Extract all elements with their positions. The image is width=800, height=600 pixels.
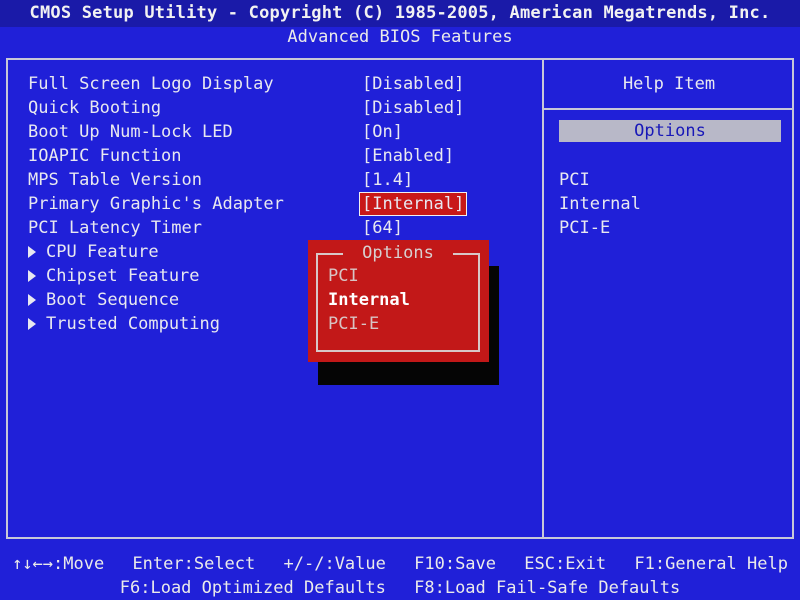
footer-hint: Enter:Select bbox=[132, 554, 256, 574]
setting-label: Quick Booting bbox=[28, 98, 162, 118]
popup-option-pci[interactable]: PCI bbox=[328, 264, 410, 288]
footer-row: ↑↓←→:Move Enter:Select +/-/:Value F10:Sa… bbox=[0, 552, 800, 576]
triangle-right-icon bbox=[28, 270, 36, 282]
setting-value-selected[interactable]: [Internal] bbox=[358, 192, 468, 216]
footer-hint: F10:Save bbox=[414, 554, 497, 574]
submenu-label: Boot Sequence bbox=[46, 290, 180, 310]
submenu-label: Chipset Feature bbox=[46, 266, 200, 286]
footer-hint: F6:Load Optimized Defaults bbox=[119, 578, 386, 598]
submenu-list: CPU Feature Chipset Feature Boot Sequenc… bbox=[28, 240, 220, 336]
setting-label: MPS Table Version bbox=[28, 170, 202, 190]
submenu-cpu-feature[interactable]: CPU Feature bbox=[28, 240, 220, 264]
setting-label: IOAPIC Function bbox=[28, 146, 182, 166]
footer-hint: ESC:Exit bbox=[524, 554, 607, 574]
setting-value[interactable]: [Disabled] bbox=[360, 96, 466, 120]
help-item: PCI bbox=[559, 170, 590, 190]
popup-option-pci-e[interactable]: PCI-E bbox=[328, 312, 410, 336]
setting-label: Boot Up Num-Lock LED bbox=[28, 122, 233, 142]
panel-divider bbox=[542, 58, 544, 539]
help-list: PCI Internal PCI-E bbox=[559, 168, 641, 240]
footer-row: F6:Load Optimized Defaults F8:Load Fail-… bbox=[0, 576, 800, 600]
help-divider bbox=[544, 108, 794, 110]
setting-value[interactable]: [64] bbox=[360, 216, 405, 240]
submenu-label: Trusted Computing bbox=[46, 314, 220, 334]
page-title: Advanced BIOS Features bbox=[287, 27, 513, 47]
setting-value[interactable]: [On] bbox=[360, 120, 405, 144]
triangle-right-icon bbox=[28, 318, 36, 330]
setting-value[interactable]: [Enabled] bbox=[360, 144, 456, 168]
setting-value[interactable]: [1.4] bbox=[360, 168, 415, 192]
popup-option-internal[interactable]: Internal bbox=[328, 288, 410, 312]
help-options-bar: Options bbox=[559, 120, 781, 142]
footer-help: ↑↓←→:Move Enter:Select +/-/:Value F10:Sa… bbox=[0, 552, 800, 600]
footer-hint: F1:General Help bbox=[634, 554, 788, 574]
setting-label: Primary Graphic's Adapter bbox=[28, 194, 284, 214]
footer-hint: +/-/:Value bbox=[283, 554, 386, 574]
popup-title: Options bbox=[343, 240, 453, 266]
submenu-boot-sequence[interactable]: Boot Sequence bbox=[28, 288, 220, 312]
submenu-chipset-feature[interactable]: Chipset Feature bbox=[28, 264, 220, 288]
footer-hint: ↑↓←→:Move bbox=[12, 554, 105, 574]
help-item: PCI-E bbox=[559, 218, 611, 238]
help-item: Internal bbox=[559, 194, 641, 214]
footer-hint: F8:Load Fail-Safe Defaults bbox=[414, 578, 681, 598]
setting-value[interactable]: [Disabled] bbox=[360, 72, 466, 96]
setting-label: Full Screen Logo Display bbox=[28, 74, 274, 94]
title-bar: CMOS Setup Utility - Copyright (C) 1985-… bbox=[0, 0, 800, 27]
submenu-label: CPU Feature bbox=[46, 242, 159, 262]
submenu-trusted-computing[interactable]: Trusted Computing bbox=[28, 312, 220, 336]
setting-label: PCI Latency Timer bbox=[28, 218, 202, 238]
popup-options: PCI Internal PCI-E bbox=[328, 264, 410, 336]
triangle-right-icon bbox=[28, 294, 36, 306]
options-popup: Options PCI Internal PCI-E bbox=[308, 240, 489, 362]
triangle-right-icon bbox=[28, 246, 36, 258]
help-title: Help Item bbox=[622, 74, 716, 94]
